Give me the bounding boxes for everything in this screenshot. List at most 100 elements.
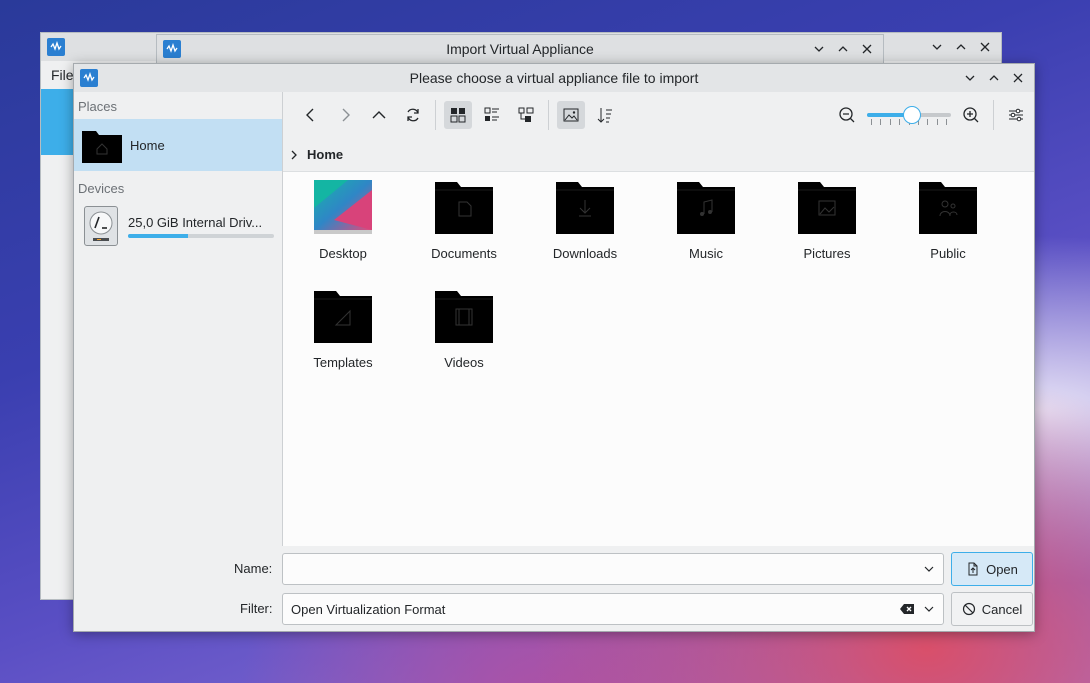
preview-toggle-button[interactable] [557, 101, 585, 129]
chevron-down-icon[interactable] [923, 603, 935, 615]
file-view-pane: Home Desktop Documents Downloads Music Pictu… [282, 92, 1034, 546]
chevron-up-icon [956, 44, 966, 50]
settings-sliders-icon [1009, 108, 1023, 122]
tree-view-button[interactable] [512, 101, 540, 129]
file-item-videos[interactable]: Videos [409, 289, 519, 370]
forward-button[interactable] [331, 101, 359, 129]
file-item-label: Pictures [803, 246, 851, 261]
sort-icon [597, 108, 612, 123]
folder-pictures-icon [798, 180, 856, 234]
cancel-button[interactable]: Cancel [951, 592, 1033, 626]
chevron-down-icon [932, 44, 942, 50]
import-appliance-window: Import Virtual Appliance [156, 34, 884, 64]
zoom-out-button[interactable] [833, 101, 861, 129]
close-button[interactable] [1008, 68, 1028, 88]
file-item-public[interactable]: Public [893, 180, 1003, 261]
virtualbox-app-icon [47, 38, 65, 56]
sort-button[interactable] [591, 101, 619, 129]
view-tree-icon [518, 107, 534, 122]
zoom-out-icon [839, 107, 855, 123]
reload-button[interactable] [399, 101, 427, 129]
chevron-up-icon [838, 46, 848, 52]
file-item-desktop[interactable]: Desktop [288, 180, 398, 261]
menu-file[interactable]: File [51, 67, 74, 83]
places-sidebar: Places Home Devices 25,0 GiB Internal Dr… [74, 92, 282, 546]
close-icon [862, 44, 872, 54]
places-heading: Places [78, 99, 118, 114]
detailed-view-button[interactable] [478, 101, 506, 129]
folder-home-icon [82, 127, 122, 163]
maximize-button[interactable] [833, 39, 853, 59]
virtualbox-app-icon [80, 69, 98, 87]
file-item-templates[interactable]: Templates [288, 289, 398, 370]
name-input[interactable] [282, 553, 944, 585]
zoom-in-icon [963, 107, 979, 123]
file-item-label: Videos [444, 355, 484, 370]
file-item-label: Music [689, 246, 723, 261]
filter-label: Filter: [240, 601, 273, 616]
folder-templates-icon [314, 289, 372, 343]
dialog-title: Please choose a virtual appliance file t… [409, 70, 699, 86]
desktop-thumbnail-icon [314, 180, 372, 234]
arrow-right-icon [342, 108, 350, 122]
icons-view-button[interactable] [444, 101, 472, 129]
toolbar-separator [993, 100, 994, 130]
toolbar-separator [548, 100, 549, 130]
breadcrumb-home[interactable]: Home [307, 147, 343, 162]
chevron-up-icon [989, 75, 999, 81]
device-label: 25,0 GiB Internal Driv... [128, 214, 263, 230]
open-button[interactable]: Open [951, 552, 1033, 586]
maximize-button[interactable] [951, 37, 971, 57]
cancel-icon [962, 602, 975, 616]
close-button[interactable] [857, 39, 877, 59]
back-button[interactable] [297, 101, 325, 129]
zoom-control [833, 100, 1030, 130]
close-button[interactable] [975, 37, 995, 57]
minimize-button[interactable] [809, 39, 829, 59]
background-window-controls [927, 37, 995, 57]
close-icon [980, 42, 990, 52]
file-item-documents[interactable]: Documents [409, 180, 519, 261]
device-info: 25,0 GiB Internal Driv... [128, 215, 274, 238]
chevron-right-icon[interactable] [289, 150, 299, 160]
dialog-controls [960, 68, 1028, 88]
file-grid: Desktop Documents Downloads Music Pictures Pu… [283, 172, 1034, 546]
file-item-pictures[interactable]: Pictures [772, 180, 882, 261]
name-label: Name: [234, 561, 273, 576]
virtualbox-app-icon [163, 40, 181, 58]
clear-text-icon[interactable] [899, 603, 915, 615]
folder-videos-icon [435, 289, 493, 343]
window-controls [809, 39, 877, 59]
chevron-down-icon [965, 75, 975, 81]
minimize-button[interactable] [927, 37, 947, 57]
file-item-downloads[interactable]: Downloads [530, 180, 640, 261]
filter-select[interactable]: Open Virtualization Format [282, 593, 944, 625]
dialog-titlebar: Please choose a virtual appliance file t… [74, 64, 1034, 92]
file-item-music[interactable]: Music [651, 180, 761, 261]
filter-value: Open Virtualization Format [291, 601, 446, 617]
breadcrumb: Home [283, 138, 1034, 172]
open-button-label: Open [986, 561, 1018, 577]
folder-public-icon [919, 180, 977, 234]
tool-button[interactable] [41, 89, 75, 155]
image-preview-icon [563, 108, 579, 122]
close-icon [1013, 73, 1023, 83]
file-toolbar [283, 92, 1034, 138]
parent-folder-button[interactable] [365, 101, 393, 129]
arrow-up-icon [372, 111, 386, 119]
maximize-button[interactable] [984, 68, 1004, 88]
zoom-slider[interactable] [867, 105, 951, 125]
sidebar-item-internal-drive[interactable]: 25,0 GiB Internal Driv... [74, 200, 282, 252]
minimize-button[interactable] [960, 68, 980, 88]
options-button[interactable] [1002, 101, 1030, 129]
folder-music-icon [677, 180, 735, 234]
device-capacity-fill [128, 233, 188, 238]
view-details-icon [484, 107, 499, 121]
chevron-down-icon[interactable] [923, 563, 935, 575]
sidebar-item-home[interactable]: Home [74, 119, 282, 171]
file-item-label: Documents [431, 246, 497, 261]
sidebar-item-label: Home [130, 137, 165, 153]
zoom-in-button[interactable] [957, 101, 985, 129]
cancel-button-label: Cancel [981, 601, 1023, 617]
toolbar-separator [435, 100, 436, 130]
